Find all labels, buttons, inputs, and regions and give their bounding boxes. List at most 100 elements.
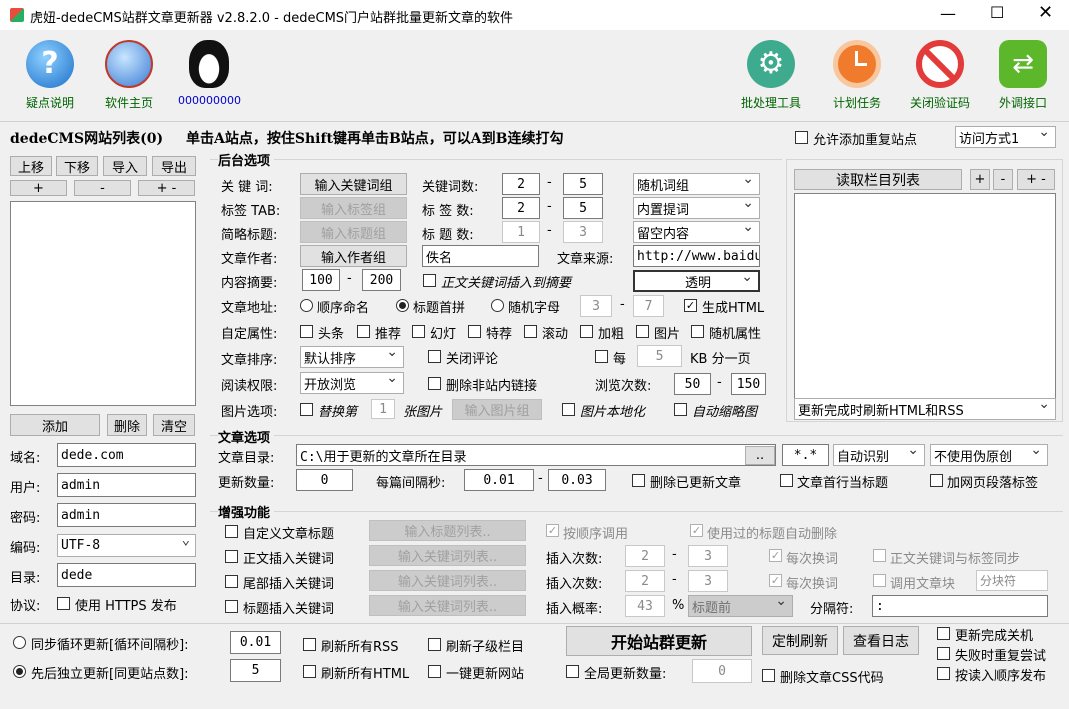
- encoding-detect-select[interactable]: 自动识别: [833, 444, 925, 466]
- sync-loop-input[interactable]: 0.01: [230, 631, 281, 654]
- tail-kw-checkbox[interactable]: [225, 575, 238, 588]
- refresh-on-complete-select[interactable]: 更新完成时刷新HTML和RSS: [794, 398, 1056, 420]
- call-block-checkbox[interactable]: [873, 574, 886, 587]
- input-keywords-button[interactable]: 输入关键词组: [300, 173, 407, 195]
- article-dir-input[interactable]: C:\用于更新的文章所在目录: [296, 444, 776, 466]
- del-updated-checkbox[interactable]: [632, 474, 645, 487]
- toolbar-schedule[interactable]: 计划任务: [824, 40, 890, 111]
- global-count-input[interactable]: 0: [692, 659, 752, 683]
- attr-image-checkbox[interactable]: [636, 325, 649, 338]
- one-click-update-checkbox[interactable]: [428, 665, 441, 678]
- input-images-button[interactable]: 输入图片组: [452, 399, 542, 420]
- each-change-1-checkbox[interactable]: ✓: [769, 549, 782, 562]
- seq-independent-radio[interactable]: [13, 665, 26, 678]
- column-uncheck-button[interactable]: -: [993, 169, 1013, 190]
- maximize-icon[interactable]: ☐: [990, 3, 1004, 22]
- sync-loop-radio[interactable]: [13, 636, 26, 649]
- start-update-button[interactable]: 开始站群更新: [566, 626, 752, 656]
- kw-tag-sync-checkbox[interactable]: [873, 549, 886, 562]
- tag-count-max[interactable]: 5: [563, 197, 603, 219]
- title-kw-checkbox[interactable]: [225, 600, 238, 613]
- img-thumb-checkbox[interactable]: [674, 403, 687, 416]
- input-tags-button[interactable]: 输入标签组: [300, 197, 407, 219]
- attr-bold-checkbox[interactable]: [580, 325, 593, 338]
- source-input[interactable]: http://www.baidu: [633, 245, 760, 267]
- tag-mode-select[interactable]: 内置提词: [633, 197, 760, 219]
- img-replace-index[interactable]: 1: [371, 399, 395, 419]
- close-icon[interactable]: ✕: [1038, 2, 1053, 23]
- random-letters-max[interactable]: 7: [633, 295, 664, 317]
- toolbar-homepage[interactable]: 软件主页: [98, 40, 160, 111]
- column-invert-button[interactable]: + -: [1017, 169, 1055, 190]
- url-random-radio[interactable]: [491, 299, 504, 312]
- retry-checkbox[interactable]: [937, 647, 950, 660]
- password-input[interactable]: admin: [57, 503, 196, 527]
- del-links-checkbox[interactable]: [428, 377, 441, 390]
- allow-duplicate-checkbox[interactable]: [795, 131, 808, 144]
- interval-max[interactable]: 0.03: [548, 469, 606, 491]
- keyword-count-min[interactable]: 2: [502, 173, 540, 195]
- dir-input[interactable]: dede: [57, 563, 196, 587]
- attr-recommend-checkbox[interactable]: [357, 325, 370, 338]
- toolbar-close-captcha[interactable]: 关闭验证码: [904, 40, 976, 111]
- kw-in-summary-checkbox[interactable]: [423, 274, 436, 287]
- views-max[interactable]: 150: [731, 373, 766, 395]
- shutdown-checkbox[interactable]: [937, 627, 950, 640]
- attr-headline-checkbox[interactable]: [300, 325, 313, 338]
- url-pinyin-radio[interactable]: [396, 299, 409, 312]
- paginate-checkbox[interactable]: [595, 350, 608, 363]
- read-columns-button[interactable]: 读取栏目列表: [794, 169, 962, 190]
- seq-independent-input[interactable]: 5: [230, 659, 281, 682]
- title-count-max[interactable]: 3: [563, 221, 603, 243]
- https-checkbox[interactable]: [57, 597, 70, 610]
- keyword-mode-select[interactable]: 随机词组: [633, 173, 760, 195]
- img-localize-checkbox[interactable]: [562, 403, 575, 416]
- seq-call-checkbox[interactable]: ✓: [546, 524, 559, 537]
- insert-prob-input[interactable]: 43: [625, 595, 665, 617]
- user-input[interactable]: admin: [57, 473, 196, 497]
- refresh-subcolumn-checkbox[interactable]: [428, 638, 441, 651]
- insert-count-2-max[interactable]: 3: [688, 570, 728, 592]
- file-ext-input[interactable]: *.*: [782, 444, 829, 466]
- input-title-list-button[interactable]: 输入标题列表..: [369, 520, 526, 541]
- transparent-select[interactable]: 透明: [633, 270, 760, 292]
- close-comment-checkbox[interactable]: [428, 350, 441, 363]
- random-letters-min[interactable]: 3: [580, 295, 612, 317]
- tag-count-min[interactable]: 2: [502, 197, 540, 219]
- body-kw-checkbox[interactable]: [225, 550, 238, 563]
- add-site-button[interactable]: 添加: [10, 414, 100, 436]
- title-count-min[interactable]: 1: [502, 221, 540, 243]
- read-perm-select[interactable]: 开放浏览: [300, 372, 404, 394]
- input-tail-kw-button[interactable]: 输入关键词列表..: [369, 570, 526, 591]
- input-short-titles-button[interactable]: 输入标题组: [300, 221, 407, 243]
- view-log-button[interactable]: 查看日志: [843, 626, 919, 655]
- gen-html-checkbox[interactable]: ✓: [684, 299, 697, 312]
- move-down-button[interactable]: 下移: [56, 156, 98, 176]
- input-body-kw-button[interactable]: 输入关键词列表..: [369, 545, 526, 566]
- clear-sites-button[interactable]: 清空: [153, 414, 195, 436]
- toolbar-qq[interactable]: 000000000: [178, 40, 241, 107]
- insert-count-2-min[interactable]: 2: [625, 570, 665, 592]
- toolbar-help[interactable]: ? 疑点说明: [20, 40, 80, 111]
- move-up-button[interactable]: 上移: [10, 156, 52, 176]
- sort-select[interactable]: 默认排序: [300, 346, 404, 368]
- used-title-del-checkbox[interactable]: ✓: [690, 524, 703, 537]
- domain-input[interactable]: dede.com: [57, 443, 196, 467]
- first-line-title-checkbox[interactable]: [780, 474, 793, 487]
- interval-min[interactable]: 0.01: [464, 469, 534, 491]
- insert-count-1-min[interactable]: 2: [625, 545, 665, 567]
- refresh-html-checkbox[interactable]: [303, 665, 316, 678]
- encoding-select[interactable]: UTF-8: [57, 534, 196, 557]
- site-uncheck-button[interactable]: -: [74, 180, 131, 196]
- add-para-tags-checkbox[interactable]: [930, 474, 943, 487]
- column-list[interactable]: [794, 193, 1056, 399]
- author-input[interactable]: 佚名: [422, 245, 539, 267]
- img-replace-checkbox[interactable]: [300, 403, 313, 416]
- access-mode-select[interactable]: 访问方式1: [955, 126, 1056, 148]
- site-check-all-button[interactable]: +: [10, 180, 67, 196]
- custom-title-checkbox[interactable]: [225, 525, 238, 538]
- import-button[interactable]: 导入: [103, 156, 147, 176]
- summary-max[interactable]: 200: [362, 269, 401, 291]
- title-mode-select[interactable]: 留空内容: [633, 221, 760, 243]
- input-authors-button[interactable]: 输入作者组: [300, 245, 407, 267]
